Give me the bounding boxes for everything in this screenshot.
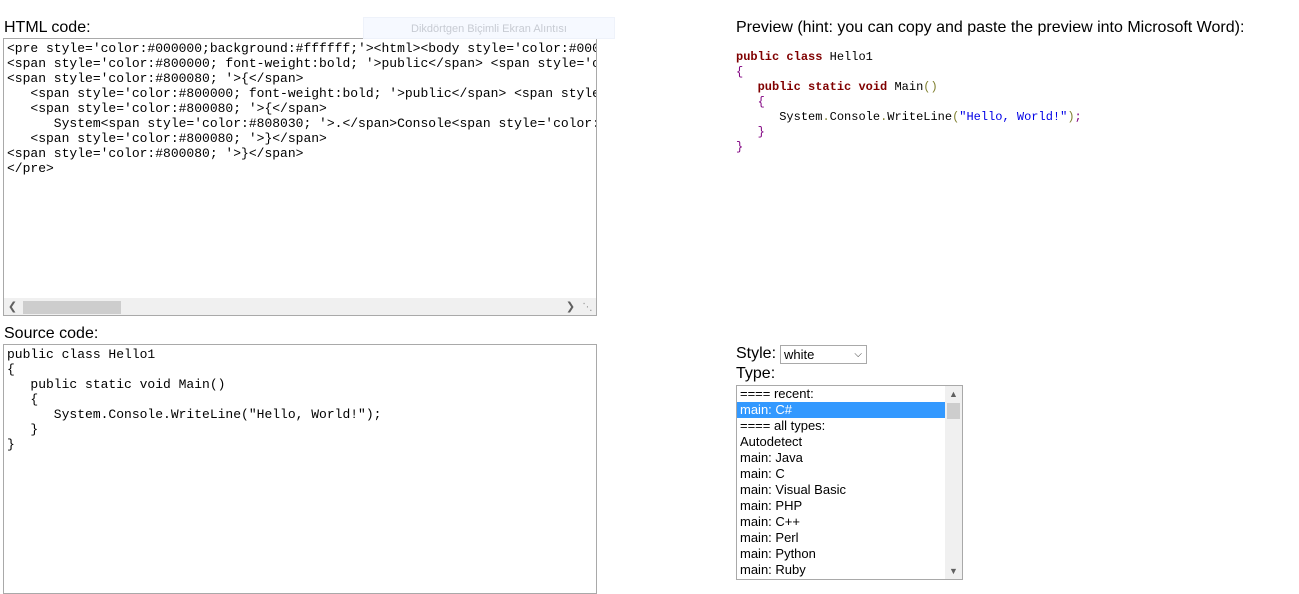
operator: ) — [1067, 110, 1075, 124]
type-option-selected[interactable]: main: C# — [737, 402, 946, 418]
type-option[interactable]: main: Java — [737, 450, 946, 466]
type-option[interactable]: main: Ruby — [737, 562, 946, 578]
keyword: public — [757, 80, 801, 94]
type-option-group-header[interactable]: ==== all types: — [737, 418, 946, 434]
keyword: static — [808, 80, 852, 94]
keyword: class — [786, 50, 823, 64]
brace: } — [757, 125, 765, 139]
html-code-line: <span style='color:#800000; font-weight:… — [7, 56, 596, 71]
brace: { — [736, 65, 744, 79]
scrollbar-thumb[interactable] — [23, 301, 121, 314]
source-code-textarea[interactable]: public class Hello1 { public static void… — [3, 344, 597, 594]
resize-grip-icon[interactable]: ⋱ — [580, 300, 595, 315]
html-code-label: HTML code: — [4, 19, 91, 36]
html-code-line: System<span style='color:#808030; '>.</s… — [53, 116, 596, 131]
html-code-line: <pre style='color:#000000;background:#ff… — [7, 41, 596, 56]
keyword: void — [858, 80, 888, 94]
scroll-left-arrow-icon[interactable]: ❮ — [4, 299, 21, 315]
source-code-content[interactable]: public class Hello1 { public static void… — [4, 345, 596, 454]
operator: . — [822, 110, 830, 124]
screenshot-tool-overlay: Dikdörtgen Biçimli Ekran Alıntısı — [363, 17, 615, 39]
style-label: Style: — [736, 345, 777, 362]
type-listbox[interactable]: ==== recent: main: C# ==== all types: Au… — [736, 385, 963, 580]
preview-panel: public class Hello1 { public static void… — [736, 50, 1082, 155]
scroll-down-arrow-icon[interactable]: ▼ — [945, 563, 962, 579]
type-option[interactable]: main: PHP — [737, 498, 946, 514]
vertical-scrollbar[interactable]: ▲ ▼ — [945, 386, 962, 579]
type-option[interactable]: main: C++ — [737, 514, 946, 530]
type-option[interactable]: main: Visual Basic — [737, 482, 946, 498]
identifier: Main — [887, 80, 924, 94]
identifier: System — [779, 110, 823, 124]
operator: () — [923, 80, 938, 94]
type-option-group-header[interactable]: ==== recent: — [737, 386, 946, 402]
type-option[interactable]: main: Python — [737, 546, 946, 562]
html-code-line: <span style='color:#800080; '>{</span> — [7, 101, 327, 116]
html-code-textarea[interactable]: <pre style='color:#000000;background:#ff… — [3, 38, 597, 316]
html-code-line: <span style='color:#800080; '>{</span> — [7, 71, 304, 86]
keyword: public — [736, 50, 780, 64]
html-code-line: <span style='color:#800000; font-weight:… — [30, 86, 596, 101]
preview-label: Preview (hint: you can copy and paste th… — [736, 19, 1245, 36]
html-code-line: <span style='color:#800080; '>}</span> — [7, 131, 327, 146]
scroll-right-arrow-icon[interactable]: ❯ — [562, 299, 579, 315]
semicolon: ; — [1074, 110, 1082, 124]
brace: { — [757, 95, 765, 109]
scroll-up-arrow-icon[interactable]: ▲ — [945, 386, 962, 402]
identifier: Console — [829, 110, 881, 124]
style-selected-value: white — [784, 347, 815, 362]
string-literal: "Hello, World!" — [959, 110, 1068, 124]
html-code-line: </pre> — [7, 161, 54, 176]
style-select[interactable]: white ⌵ — [780, 345, 867, 364]
horizontal-scrollbar[interactable]: ❮ ❯ ⋱ — [4, 298, 596, 315]
identifier: WriteLine — [887, 110, 953, 124]
html-code-content: <pre style='color:#000000;background:#ff… — [4, 39, 596, 178]
type-option[interactable]: main: Perl — [737, 530, 946, 546]
type-option[interactable]: Autodetect — [737, 434, 946, 450]
brace: } — [736, 140, 744, 154]
html-code-line: <span style='color:#800080; '>}</span> — [7, 146, 304, 161]
source-code-label: Source code: — [4, 325, 99, 342]
type-option[interactable]: main: C — [737, 466, 946, 482]
type-label: Type: — [736, 365, 776, 382]
scrollbar-thumb[interactable] — [947, 403, 960, 419]
chevron-down-icon[interactable]: ⌵ — [854, 346, 862, 363]
identifier: Hello1 — [822, 50, 873, 64]
